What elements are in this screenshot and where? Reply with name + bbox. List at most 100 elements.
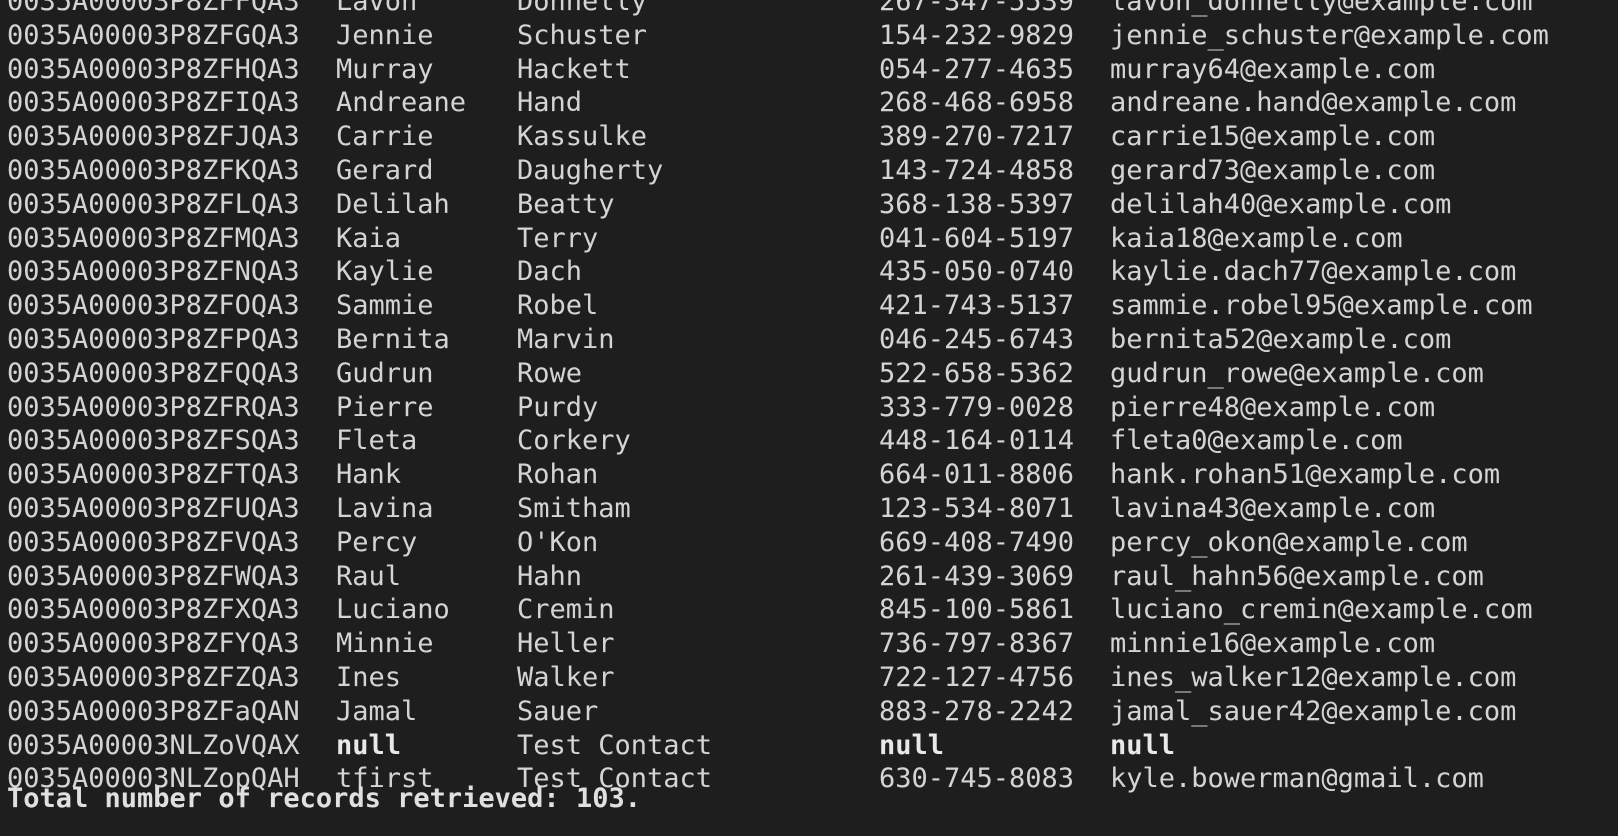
cell-id: 0035A00003P8ZFFQA3 <box>7 0 300 17</box>
cell-id: 0035A00003P8ZFUQA3 <box>7 492 300 524</box>
cell-email: lavon_donnelly@example.com <box>1110 0 1533 17</box>
cell-phone: 664-011-8806 <box>879 459 1075 491</box>
cell-first: Andreane <box>336 87 467 119</box>
cell-first: Jennie <box>336 19 434 51</box>
cell-phone: 333-779-0028 <box>879 391 1075 423</box>
cell-email: delilah40@example.com <box>1110 188 1452 220</box>
cell-email: andreane.hand@example.com <box>1110 87 1517 119</box>
cell-email: ines_walker12@example.com <box>1110 661 1517 693</box>
cell-phone: 054-277-4635 <box>879 53 1075 85</box>
cell-phone: 630-745-8083 <box>879 763 1075 795</box>
cell-email: lavina43@example.com <box>1110 492 1436 524</box>
cell-first: Hank <box>336 459 402 491</box>
cell-phone: 041-604-5197 <box>879 222 1075 254</box>
cell-last: Schuster <box>517 19 648 51</box>
cell-phone: 669-408-7490 <box>879 526 1075 558</box>
cell-last: Hahn <box>517 560 583 592</box>
cell-last: Beatty <box>517 188 615 220</box>
cell-phone: 736-797-8367 <box>879 628 1075 660</box>
cell-first: Kaylie <box>336 256 434 288</box>
cell-id: 0035A00003NLZoVQAX <box>7 729 300 761</box>
cell-email: kaia18@example.com <box>1110 222 1403 254</box>
cell-email: gudrun_rowe@example.com <box>1110 357 1484 389</box>
cell-last: Smitham <box>517 492 631 524</box>
cell-phone: 448-164-0114 <box>879 425 1075 457</box>
cell-first: Delilah <box>336 188 450 220</box>
cell-last: Daugherty <box>517 154 664 186</box>
cell-phone: 435-050-0740 <box>879 256 1075 288</box>
cell-email: minnie16@example.com <box>1110 628 1436 660</box>
cell-email: jamal_sauer42@example.com <box>1110 695 1517 727</box>
cell-phone: 046-245-6743 <box>879 323 1075 355</box>
cell-first: Gudrun <box>336 357 434 389</box>
cell-id: 0035A00003P8ZFXQA3 <box>7 594 300 626</box>
cell-first: Sammie <box>336 290 434 322</box>
cell-first: Gerard <box>336 154 434 186</box>
cell-first: Percy <box>336 526 418 558</box>
cell-id: 0035A00003P8ZFZQA3 <box>7 661 300 693</box>
cell-last: Robel <box>517 290 599 322</box>
cell-id: 0035A00003P8ZFOQA3 <box>7 290 300 322</box>
cell-first: Raul <box>336 560 402 592</box>
cell-first: Fleta <box>336 425 418 457</box>
cell-email: kyle.bowerman@gmail.com <box>1110 763 1484 795</box>
cell-id: 0035A00003P8ZFWQA3 <box>7 560 300 592</box>
cell-id: 0035A00003P8ZFLQA3 <box>7 188 300 220</box>
cell-last: Hand <box>517 87 583 119</box>
cell-id: 0035A00003P8ZFQQA3 <box>7 357 300 389</box>
cell-id: 0035A00003P8ZFRQA3 <box>7 391 300 423</box>
cell-email: percy_okon@example.com <box>1110 526 1468 558</box>
cell-email: murray64@example.com <box>1110 53 1436 85</box>
cell-email: sammie.robel95@example.com <box>1110 290 1533 322</box>
cell-last: Hackett <box>517 53 631 85</box>
cell-last: Rowe <box>517 357 583 389</box>
cell-phone: 143-724-4858 <box>879 154 1075 186</box>
cell-last: Kassulke <box>517 121 648 153</box>
cell-last: Cremin <box>517 594 615 626</box>
cell-first: Ines <box>336 661 402 693</box>
cell-phone: 389-270-7217 <box>879 121 1075 153</box>
cell-email: kaylie.dach77@example.com <box>1110 256 1517 288</box>
cell-last: Corkery <box>517 425 631 457</box>
cell-phone: 722-127-4756 <box>879 661 1075 693</box>
cell-phone: 268-468-6958 <box>879 87 1075 119</box>
terminal-output: 0035A00003P8ZFFQA3 Lavon Donnelly 267-347-5… <box>0 0 1618 836</box>
cell-id: 0035A00003P8ZFMQA3 <box>7 222 300 254</box>
cell-id: 0035A00003P8ZFaQAN <box>7 695 300 727</box>
cell-last: Heller <box>517 628 615 660</box>
cell-last: Donnelly <box>517 0 648 17</box>
cell-email: luciano_cremin@example.com <box>1110 594 1533 626</box>
cell-last: Test Contact <box>517 729 713 761</box>
cell-phone: 368-138-5397 <box>879 188 1075 220</box>
cell-last: Walker <box>517 661 615 693</box>
cell-phone: 267-347-5539 <box>879 0 1075 17</box>
cell-id: 0035A00003P8ZFGQA3 <box>7 19 300 51</box>
cell-last: O'Kon <box>517 526 599 558</box>
cell-email: hank.rohan51@example.com <box>1110 459 1501 491</box>
cell-first: Pierre <box>336 391 434 423</box>
cell-email: raul_hahn56@example.com <box>1110 560 1484 592</box>
cell-last: Marvin <box>517 323 615 355</box>
cell-email: null <box>1110 729 1176 761</box>
cell-first: Murray <box>336 53 434 85</box>
cell-first: Carrie <box>336 121 434 153</box>
cell-first: Jamal <box>336 695 418 727</box>
cell-id: 0035A00003P8ZFNQA3 <box>7 256 300 288</box>
records-total-footer: Total number of records retrieved: 103. <box>7 783 641 814</box>
cell-id: 0035A00003P8ZFKQA3 <box>7 154 300 186</box>
cell-email: bernita52@example.com <box>1110 323 1452 355</box>
cell-last: Rohan <box>517 459 599 491</box>
cell-email: fleta0@example.com <box>1110 425 1403 457</box>
cell-first: Lavina <box>336 492 434 524</box>
cell-last: Purdy <box>517 391 599 423</box>
cell-id: 0035A00003P8ZFHQA3 <box>7 53 300 85</box>
cell-first: Kaia <box>336 222 402 254</box>
cell-phone: 522-658-5362 <box>879 357 1075 389</box>
cell-id: 0035A00003P8ZFTQA3 <box>7 459 300 491</box>
cell-id: 0035A00003P8ZFSQA3 <box>7 425 300 457</box>
cell-first: Bernita <box>336 323 450 355</box>
cell-first: Minnie <box>336 628 434 660</box>
cell-id: 0035A00003P8ZFPQA3 <box>7 323 300 355</box>
cell-phone: 883-278-2242 <box>879 695 1075 727</box>
cell-phone: 845-100-5861 <box>879 594 1075 626</box>
